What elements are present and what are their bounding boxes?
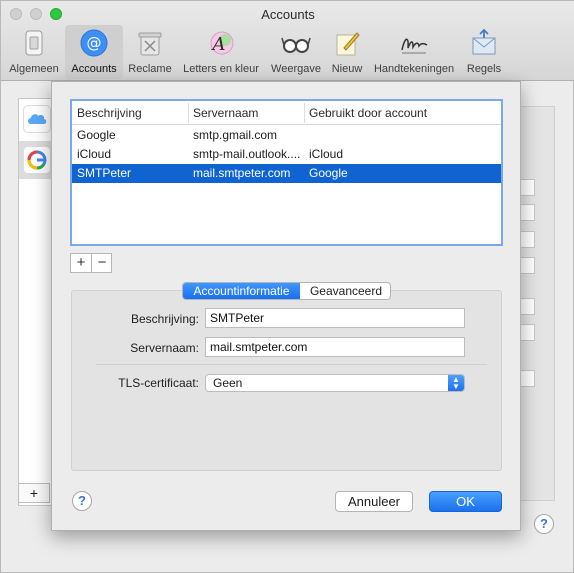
table-header: Beschrijving Servernaam Gebruikt door ac… — [72, 101, 501, 125]
font-color-icon: A — [210, 31, 234, 55]
table-row-selected[interactable]: SMTPeter mail.smtpeter.com Google — [72, 164, 501, 183]
toolbar-item-accounts[interactable]: @ Accounts — [65, 25, 123, 79]
background-field — [520, 231, 535, 248]
toolbar-item-label: Weergave — [271, 63, 321, 75]
cell-server: smtp.gmail.com — [193, 128, 278, 142]
tls-certificate-value: Geen — [213, 376, 243, 390]
ok-button[interactable]: OK — [429, 491, 502, 512]
divider — [96, 364, 487, 365]
cell-server: smtp-mail.outlook.... — [193, 147, 301, 161]
cell-server: mail.smtpeter.com — [193, 166, 291, 180]
cell-description: Google — [77, 128, 116, 142]
cell-description: SMTPeter — [77, 166, 132, 180]
trash-icon — [138, 32, 162, 56]
toolbar: Accounts Algemeen @ Accounts Reclame A L… — [1, 1, 574, 81]
server-name-label: Servernaam: — [130, 341, 199, 355]
add-remove-control: + − — [70, 253, 112, 273]
pencil-paper-icon — [336, 32, 360, 56]
help-button[interactable]: ? — [72, 491, 92, 511]
tab-geavanceerd[interactable]: Geavanceerd — [301, 283, 390, 299]
column-header-gebruikt-door-account[interactable]: Gebruikt door account — [309, 106, 427, 120]
table-row[interactable]: iCloud smtp-mail.outlook.... iCloud — [72, 145, 501, 164]
background-field — [520, 370, 535, 387]
icloud-icon — [28, 114, 47, 124]
toolbar-item-label: Nieuw — [331, 63, 363, 75]
server-name-field[interactable] — [205, 337, 465, 357]
column-separator — [188, 103, 189, 123]
toolbar-item-weergave[interactable]: Weergave — [267, 25, 325, 79]
window-title: Accounts — [261, 7, 315, 22]
cell-used-by: iCloud — [309, 147, 344, 161]
toolbar-item-label: Accounts — [71, 63, 117, 75]
signature-icon — [401, 38, 428, 54]
add-account-button[interactable]: + — [18, 483, 50, 503]
details-tab-control: Accountinformatie Geavanceerd — [182, 282, 391, 300]
preferences-window: Accounts Algemeen @ Accounts Reclame A L… — [0, 0, 574, 573]
add-server-button[interactable]: + — [71, 254, 91, 272]
toolbar-item-nieuw[interactable]: Nieuw — [327, 25, 367, 79]
background-field — [520, 257, 535, 274]
toolbar-item-reclame[interactable]: Reclame — [125, 25, 175, 79]
remove-server-button[interactable]: − — [92, 254, 112, 272]
toolbar-item-letters-en-kleur[interactable]: A Letters en kleur — [177, 25, 265, 79]
smtp-server-table[interactable]: Beschrijving Servernaam Gebruikt door ac… — [70, 99, 503, 246]
svg-text:@: @ — [87, 34, 102, 52]
google-icon — [27, 150, 47, 170]
description-label: Beschrijving: — [130, 312, 199, 326]
background-field — [520, 179, 535, 196]
tls-certificate-label: TLS-certificaat: — [118, 376, 199, 390]
cell-description: iCloud — [77, 147, 112, 161]
chevron-up-down-icon: ▲ ▼ — [448, 375, 464, 391]
toolbar-item-algemeen[interactable]: Algemeen — [5, 25, 63, 79]
at-sign-icon: @ — [80, 29, 108, 57]
toolbar-item-label: Reclame — [128, 63, 172, 75]
background-help-button[interactable]: ? — [534, 514, 554, 534]
background-field — [520, 298, 535, 315]
svg-text:A: A — [211, 34, 226, 55]
toolbar-item-label: Handtekeningen — [373, 63, 455, 75]
icloud-account-item[interactable] — [23, 105, 51, 133]
google-account-item[interactable] — [23, 146, 51, 174]
tab-accountinformatie[interactable]: Accountinformatie — [183, 283, 300, 299]
column-separator — [304, 103, 305, 123]
tls-certificate-select[interactable]: Geen ▲ ▼ — [205, 374, 465, 392]
description-field[interactable] — [205, 308, 465, 328]
table-row[interactable]: Google smtp.gmail.com — [72, 126, 501, 145]
toolbar-item-label: Regels — [466, 63, 502, 75]
toolbar-item-label: Algemeen — [9, 63, 59, 75]
glasses-icon — [281, 37, 311, 53]
rules-envelope-icon — [472, 28, 496, 55]
background-field — [520, 324, 535, 341]
smtp-server-sheet: Beschrijving Servernaam Gebruikt door ac… — [51, 81, 521, 531]
toolbar-item-label: Letters en kleur — [183, 63, 259, 75]
cell-used-by: Google — [309, 166, 348, 180]
toolbar-item-handtekeningen[interactable]: Handtekeningen — [369, 25, 459, 79]
background-field — [520, 204, 535, 221]
cancel-button[interactable]: Annuleer — [335, 491, 413, 512]
switch-icon — [25, 30, 43, 56]
column-header-servernaam[interactable]: Servernaam — [193, 106, 258, 120]
toolbar-item-regels[interactable]: Regels — [461, 25, 507, 79]
column-header-beschrijving[interactable]: Beschrijving — [77, 106, 142, 120]
